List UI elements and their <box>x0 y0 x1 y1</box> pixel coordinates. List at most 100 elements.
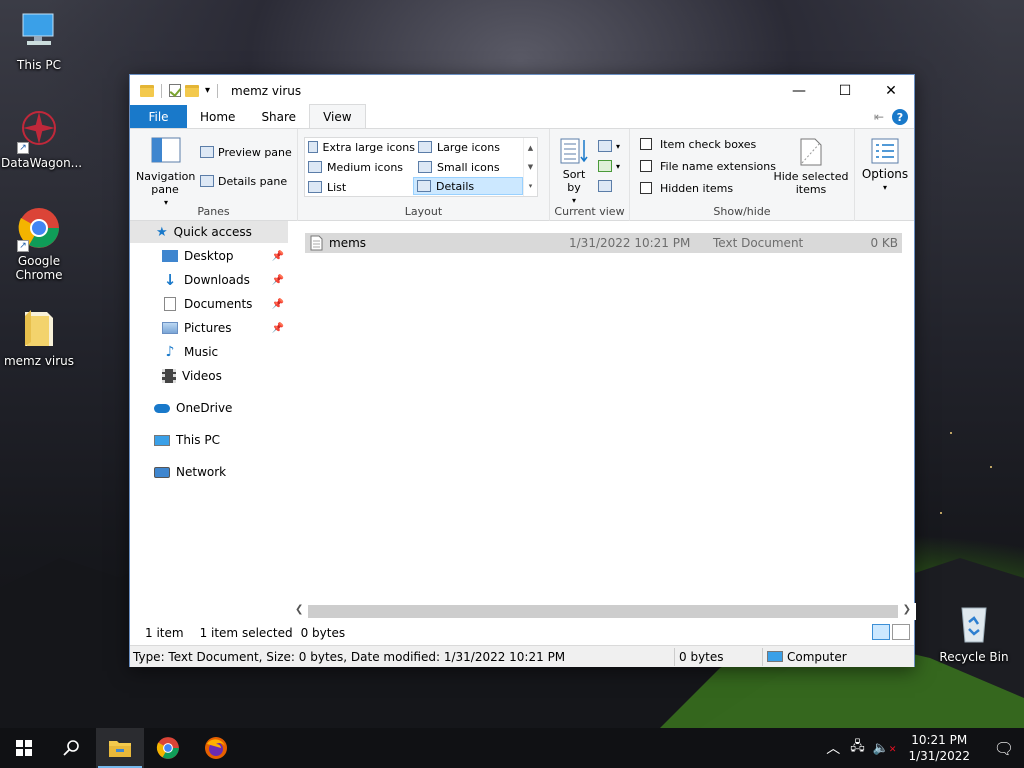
notifications-icon[interactable]: 🗨 <box>984 739 1024 758</box>
nav-label: This PC <box>176 433 220 447</box>
collapse-ribbon-icon[interactable]: ⇤ <box>874 110 884 124</box>
layout-list[interactable]: List <box>305 178 415 196</box>
large-icons-icon <box>418 141 432 153</box>
nav-label: Videos <box>182 369 222 383</box>
properties-icon[interactable] <box>169 84 181 97</box>
hide-selected-items-button[interactable]: Hide selected items <box>773 137 849 196</box>
tab-view[interactable]: View <box>309 104 366 128</box>
add-columns-button[interactable]: ▾ <box>598 157 620 175</box>
preview-pane-button[interactable]: Preview pane <box>200 143 292 161</box>
group-by-button[interactable]: ▾ <box>598 137 620 155</box>
horizontal-scrollbar[interactable]: ❮ ❯ <box>290 603 916 620</box>
nav-item-pictures[interactable]: Pictures 📌 <box>130 317 288 339</box>
help-icon[interactable]: ? <box>892 109 908 125</box>
desktop-icon-google-chrome[interactable]: ↗ Google Chrome <box>1 206 77 282</box>
title-bar[interactable]: ▾ memz virus — ☐ ✕ <box>130 75 914 106</box>
file-explorer-window: ▾ memz virus — ☐ ✕ File Home Share View … <box>129 74 916 667</box>
large-icons-view-button[interactable] <box>892 624 910 640</box>
nav-label: Music <box>184 345 219 359</box>
scroll-right-icon[interactable]: ❯ <box>903 604 911 615</box>
layout-medium-icons[interactable]: Medium icons <box>305 158 415 176</box>
taskbar-file-explorer[interactable] <box>96 728 144 768</box>
details-pane-label: Details pane <box>218 174 288 188</box>
star <box>950 432 952 434</box>
tab-share[interactable]: Share <box>248 105 309 128</box>
taskbar-firefox[interactable] <box>192 728 240 768</box>
details-size: 0 bytes <box>679 649 724 664</box>
ribbon-group-layout: Extra large icons Large icons Medium ico… <box>298 129 550 221</box>
checkbox-unchecked[interactable] <box>640 182 652 194</box>
desktop-icon-memz-virus[interactable]: memz virus <box>1 306 77 368</box>
scroll-left-icon[interactable]: ❮ <box>295 604 303 615</box>
layout-extra-large-icons[interactable]: Extra large icons <box>305 138 415 156</box>
size-columns-button[interactable] <box>598 177 612 195</box>
details-pane-button[interactable]: Details pane <box>200 172 287 190</box>
nav-item-desktop[interactable]: Desktop 📌 <box>130 245 288 267</box>
clock[interactable]: 10:21 PM 1/31/2022 <box>908 732 970 764</box>
nav-this-pc[interactable]: This PC <box>130 429 288 451</box>
sort-by-label: Sort by <box>562 168 586 194</box>
layout-gallery-scroll[interactable]: ▲ ▼ ▾ <box>523 138 537 196</box>
desktop-icon-label: Recycle Bin <box>939 650 1009 664</box>
nav-label: OneDrive <box>176 401 233 415</box>
file-name-extensions-label: File name extensions <box>660 159 776 173</box>
tab-file[interactable]: File <box>130 105 187 128</box>
sort-by-button[interactable]: Sort by ▾ <box>556 137 592 207</box>
size-columns-icon <box>598 180 612 192</box>
nav-item-downloads[interactable]: ↓ Downloads 📌 <box>130 269 288 291</box>
window-title: memz virus <box>231 83 302 98</box>
tab-home[interactable]: Home <box>187 105 248 128</box>
search-button[interactable] <box>48 728 96 768</box>
nav-item-music[interactable]: ♪ Music <box>130 341 288 363</box>
new-folder-icon[interactable] <box>185 84 199 97</box>
show-hidden-icons-chevron-icon[interactable]: ︿ <box>826 738 840 758</box>
hidden-items-checkbox[interactable]: Hidden items <box>640 179 733 197</box>
item-check-boxes-checkbox[interactable]: Item check boxes <box>640 135 756 153</box>
nav-onedrive[interactable]: OneDrive <box>130 397 288 419</box>
checkbox-unchecked[interactable] <box>640 138 652 150</box>
shortcut-arrow-icon: ↗ <box>17 240 29 252</box>
hidden-items-label: Hidden items <box>660 181 734 195</box>
options-button[interactable]: Options ▾ <box>859 137 911 194</box>
taskbar-google-chrome[interactable] <box>144 728 192 768</box>
start-button[interactable] <box>0 728 48 768</box>
volume-muted-icon[interactable]: 🔈✕ <box>873 741 897 756</box>
checkbox-unchecked[interactable] <box>640 160 652 172</box>
nav-item-videos[interactable]: Videos <box>130 365 288 387</box>
navigation-pane: ★ Quick access Desktop 📌 ↓ Downloads 📌 D… <box>130 221 290 603</box>
desktop-icon-datawagon[interactable]: ↗ DataWagon... <box>1 108 82 170</box>
details-icon <box>417 180 431 192</box>
file-name-extensions-checkbox[interactable]: File name extensions <box>640 157 776 175</box>
layout-details[interactable]: Details <box>413 177 523 195</box>
extra-large-icons-icon <box>308 141 318 153</box>
minimize-button[interactable]: — <box>776 75 822 106</box>
desktop-icon-recycle-bin[interactable]: Recycle Bin <box>936 602 1012 664</box>
ribbon-tabs: File Home Share View ⇤ ? <box>130 104 914 129</box>
nav-label: Pictures <box>184 321 232 335</box>
videos-icon <box>162 369 176 383</box>
customize-toolbar-chevron-icon[interactable]: ▾ <box>205 85 210 96</box>
file-explorer-icon <box>109 741 131 757</box>
layout-large-icons[interactable]: Large icons <box>415 138 523 156</box>
navigation-pane-button[interactable]: Navigation pane ▾ <box>136 137 196 209</box>
scrollbar-thumb[interactable] <box>308 605 898 618</box>
group-by-icon <box>598 140 612 152</box>
nav-quick-access[interactable]: ★ Quick access <box>130 221 288 243</box>
group-label-show-hide: Show/hide <box>713 205 771 218</box>
desktop-icon-this-pc[interactable]: This PC <box>1 10 77 72</box>
text-file-icon <box>310 235 323 254</box>
status-item-count: 1 item <box>145 625 184 640</box>
file-size: 0 KB <box>870 236 898 250</box>
nav-item-documents[interactable]: Documents 📌 <box>130 293 288 315</box>
nav-network[interactable]: Network <box>130 461 288 483</box>
layout-small-icons[interactable]: Small icons <box>415 158 523 176</box>
network-status-icon[interactable]: 🖧 <box>850 737 865 759</box>
close-button[interactable]: ✕ <box>868 75 914 106</box>
file-name: mems <box>329 236 367 250</box>
file-row[interactable]: mems 1/31/2022 10:21 PM Text Document 0 … <box>305 233 902 253</box>
pin-icon: 📌 <box>271 322 284 334</box>
details-view-button[interactable] <box>872 624 890 640</box>
maximize-button[interactable]: ☐ <box>822 75 868 106</box>
search-icon <box>63 740 79 756</box>
star <box>940 512 942 514</box>
